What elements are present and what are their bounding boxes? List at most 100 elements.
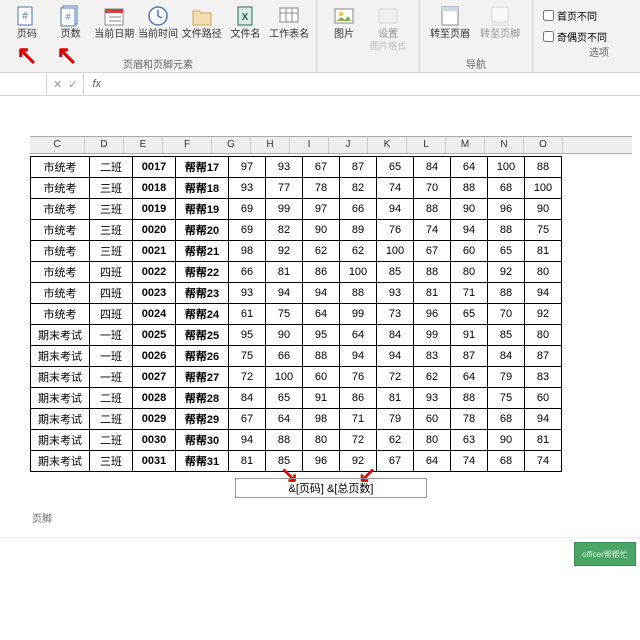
cell[interactable]: 三班: [90, 178, 133, 199]
cell[interactable]: 74: [414, 220, 451, 241]
table-row[interactable]: 期末考试二班0029帮帮29676498717960786894: [31, 409, 562, 430]
cell[interactable]: 80: [303, 430, 340, 451]
cell[interactable]: 64: [451, 157, 488, 178]
cell[interactable]: 91: [451, 325, 488, 346]
cell[interactable]: 0017: [133, 157, 176, 178]
cell[interactable]: 66: [229, 262, 266, 283]
cell[interactable]: 100: [377, 241, 414, 262]
cell[interactable]: 62: [303, 241, 340, 262]
cell[interactable]: 64: [414, 451, 451, 472]
cell[interactable]: 帮帮17: [176, 157, 229, 178]
cell[interactable]: 0028: [133, 388, 176, 409]
cell[interactable]: 60: [303, 367, 340, 388]
cell[interactable]: 67: [303, 157, 340, 178]
cell[interactable]: 93: [229, 178, 266, 199]
table-row[interactable]: 期末考试一班0026帮帮26756688949483878487: [31, 346, 562, 367]
goto-header-button[interactable]: 转至页眉: [426, 2, 474, 56]
cell[interactable]: 93: [377, 283, 414, 304]
cell[interactable]: 二班: [90, 157, 133, 178]
cell[interactable]: 81: [266, 262, 303, 283]
cell[interactable]: 82: [266, 220, 303, 241]
cell[interactable]: 85: [488, 325, 525, 346]
cell[interactable]: 91: [303, 388, 340, 409]
cell[interactable]: 0024: [133, 304, 176, 325]
table-row[interactable]: 市统考三班0020帮帮20698290897674948875: [31, 220, 562, 241]
cell[interactable]: 0023: [133, 283, 176, 304]
cell[interactable]: 68: [488, 178, 525, 199]
cell[interactable]: 87: [340, 157, 377, 178]
table-row[interactable]: 期末考试二班0030帮帮30948880726280639081: [31, 430, 562, 451]
cell[interactable]: 90: [488, 430, 525, 451]
cell[interactable]: 75: [525, 220, 562, 241]
cell[interactable]: 二班: [90, 409, 133, 430]
cell[interactable]: 市统考: [31, 157, 90, 178]
cell[interactable]: 88: [451, 178, 488, 199]
cell[interactable]: 94: [266, 283, 303, 304]
cell[interactable]: 市统考: [31, 262, 90, 283]
table-row[interactable]: 期末考试一班0027帮帮277210060767262647983: [31, 367, 562, 388]
cell[interactable]: 66: [266, 346, 303, 367]
cell[interactable]: 一班: [90, 346, 133, 367]
cell[interactable]: 99: [266, 199, 303, 220]
cell[interactable]: 98: [229, 241, 266, 262]
cell[interactable]: 75: [266, 304, 303, 325]
cell[interactable]: 62: [414, 367, 451, 388]
cell[interactable]: 94: [377, 346, 414, 367]
cell[interactable]: 64: [340, 325, 377, 346]
table-row[interactable]: 市统考四班0024帮帮24617564997396657092: [31, 304, 562, 325]
cell[interactable]: 88: [303, 346, 340, 367]
cell[interactable]: 86: [340, 388, 377, 409]
cell[interactable]: 72: [340, 430, 377, 451]
cell[interactable]: 81: [377, 388, 414, 409]
cell[interactable]: 87: [525, 346, 562, 367]
cell[interactable]: 0027: [133, 367, 176, 388]
cell[interactable]: 70: [488, 304, 525, 325]
cell[interactable]: 100: [488, 157, 525, 178]
cell[interactable]: 0022: [133, 262, 176, 283]
cell[interactable]: 92: [266, 241, 303, 262]
cell[interactable]: 78: [303, 178, 340, 199]
cell[interactable]: 市统考: [31, 304, 90, 325]
cell[interactable]: 0031: [133, 451, 176, 472]
cell[interactable]: 88: [266, 430, 303, 451]
cell[interactable]: 二班: [90, 388, 133, 409]
cell[interactable]: 67: [377, 451, 414, 472]
table-row[interactable]: 期末考试一班0025帮帮25959095648499918580: [31, 325, 562, 346]
cell[interactable]: 61: [229, 304, 266, 325]
cell[interactable]: 期末考试: [31, 388, 90, 409]
cell[interactable]: 62: [340, 241, 377, 262]
cell[interactable]: 帮帮27: [176, 367, 229, 388]
table-row[interactable]: 期末考试二班0028帮帮28846591868193887560: [31, 388, 562, 409]
cell[interactable]: 84: [377, 325, 414, 346]
cell[interactable]: 67: [414, 241, 451, 262]
cell[interactable]: 期末考试: [31, 325, 90, 346]
cell[interactable]: 帮帮21: [176, 241, 229, 262]
table-row[interactable]: 市统考三班0021帮帮219892626210067606581: [31, 241, 562, 262]
cell[interactable]: 市统考: [31, 241, 90, 262]
cell[interactable]: 帮帮22: [176, 262, 229, 283]
cell[interactable]: 64: [303, 304, 340, 325]
file-path-button[interactable]: 文件路径: [181, 2, 223, 56]
cell[interactable]: 96: [414, 304, 451, 325]
cell[interactable]: 0018: [133, 178, 176, 199]
cell[interactable]: 66: [340, 199, 377, 220]
cell[interactable]: 0019: [133, 199, 176, 220]
cell[interactable]: 90: [303, 220, 340, 241]
cell[interactable]: 帮帮19: [176, 199, 229, 220]
cell[interactable]: 98: [303, 409, 340, 430]
cell[interactable]: 77: [266, 178, 303, 199]
cell[interactable]: 四班: [90, 262, 133, 283]
cell[interactable]: 0020: [133, 220, 176, 241]
cell[interactable]: 73: [377, 304, 414, 325]
cell[interactable]: 88: [525, 157, 562, 178]
cell[interactable]: 71: [340, 409, 377, 430]
cell[interactable]: 期末考试: [31, 409, 90, 430]
cell[interactable]: 97: [229, 157, 266, 178]
cell[interactable]: 71: [451, 283, 488, 304]
cell[interactable]: 帮帮31: [176, 451, 229, 472]
cell[interactable]: 97: [303, 199, 340, 220]
cell[interactable]: 75: [229, 346, 266, 367]
cell[interactable]: 市统考: [31, 178, 90, 199]
cell[interactable]: 88: [488, 220, 525, 241]
cell[interactable]: 期末考试: [31, 430, 90, 451]
